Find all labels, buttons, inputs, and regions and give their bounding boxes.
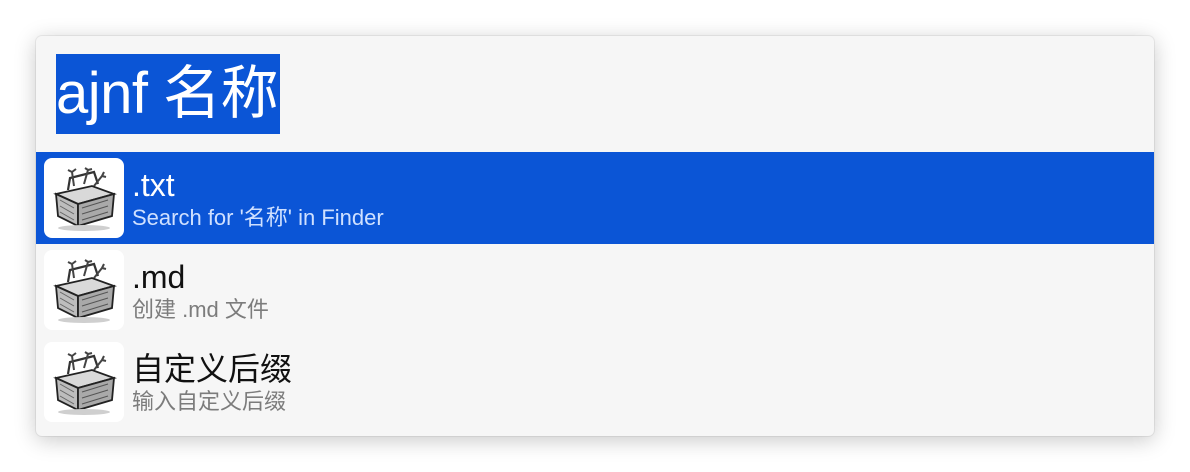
launcher-window: ajnf 名称 .txt Search for '名称' in Finder .…	[36, 36, 1154, 436]
toolbox-icon	[44, 158, 124, 238]
result-subtitle: 创建 .md 文件	[132, 297, 269, 322]
result-subtitle: Search for '名称' in Finder	[132, 205, 384, 230]
toolbox-icon	[44, 250, 124, 330]
result-subtitle: 输入自定义后缀	[132, 389, 287, 414]
query-area[interactable]: ajnf 名称	[36, 36, 1154, 152]
result-row-txt[interactable]: .txt Search for '名称' in Finder	[36, 152, 1154, 244]
result-row-custom-suffix[interactable]: 自定义后缀 输入自定义后缀	[36, 336, 1154, 428]
results-list: .txt Search for '名称' in Finder .md 创建 .m…	[36, 152, 1154, 428]
search-query-input[interactable]: ajnf 名称	[56, 54, 281, 134]
toolbox-icon	[44, 342, 124, 422]
result-title: .md	[132, 259, 186, 295]
result-title: .txt	[132, 167, 175, 203]
result-title: 自定义后缀	[132, 351, 293, 387]
result-row-md[interactable]: .md 创建 .md 文件	[36, 244, 1154, 336]
